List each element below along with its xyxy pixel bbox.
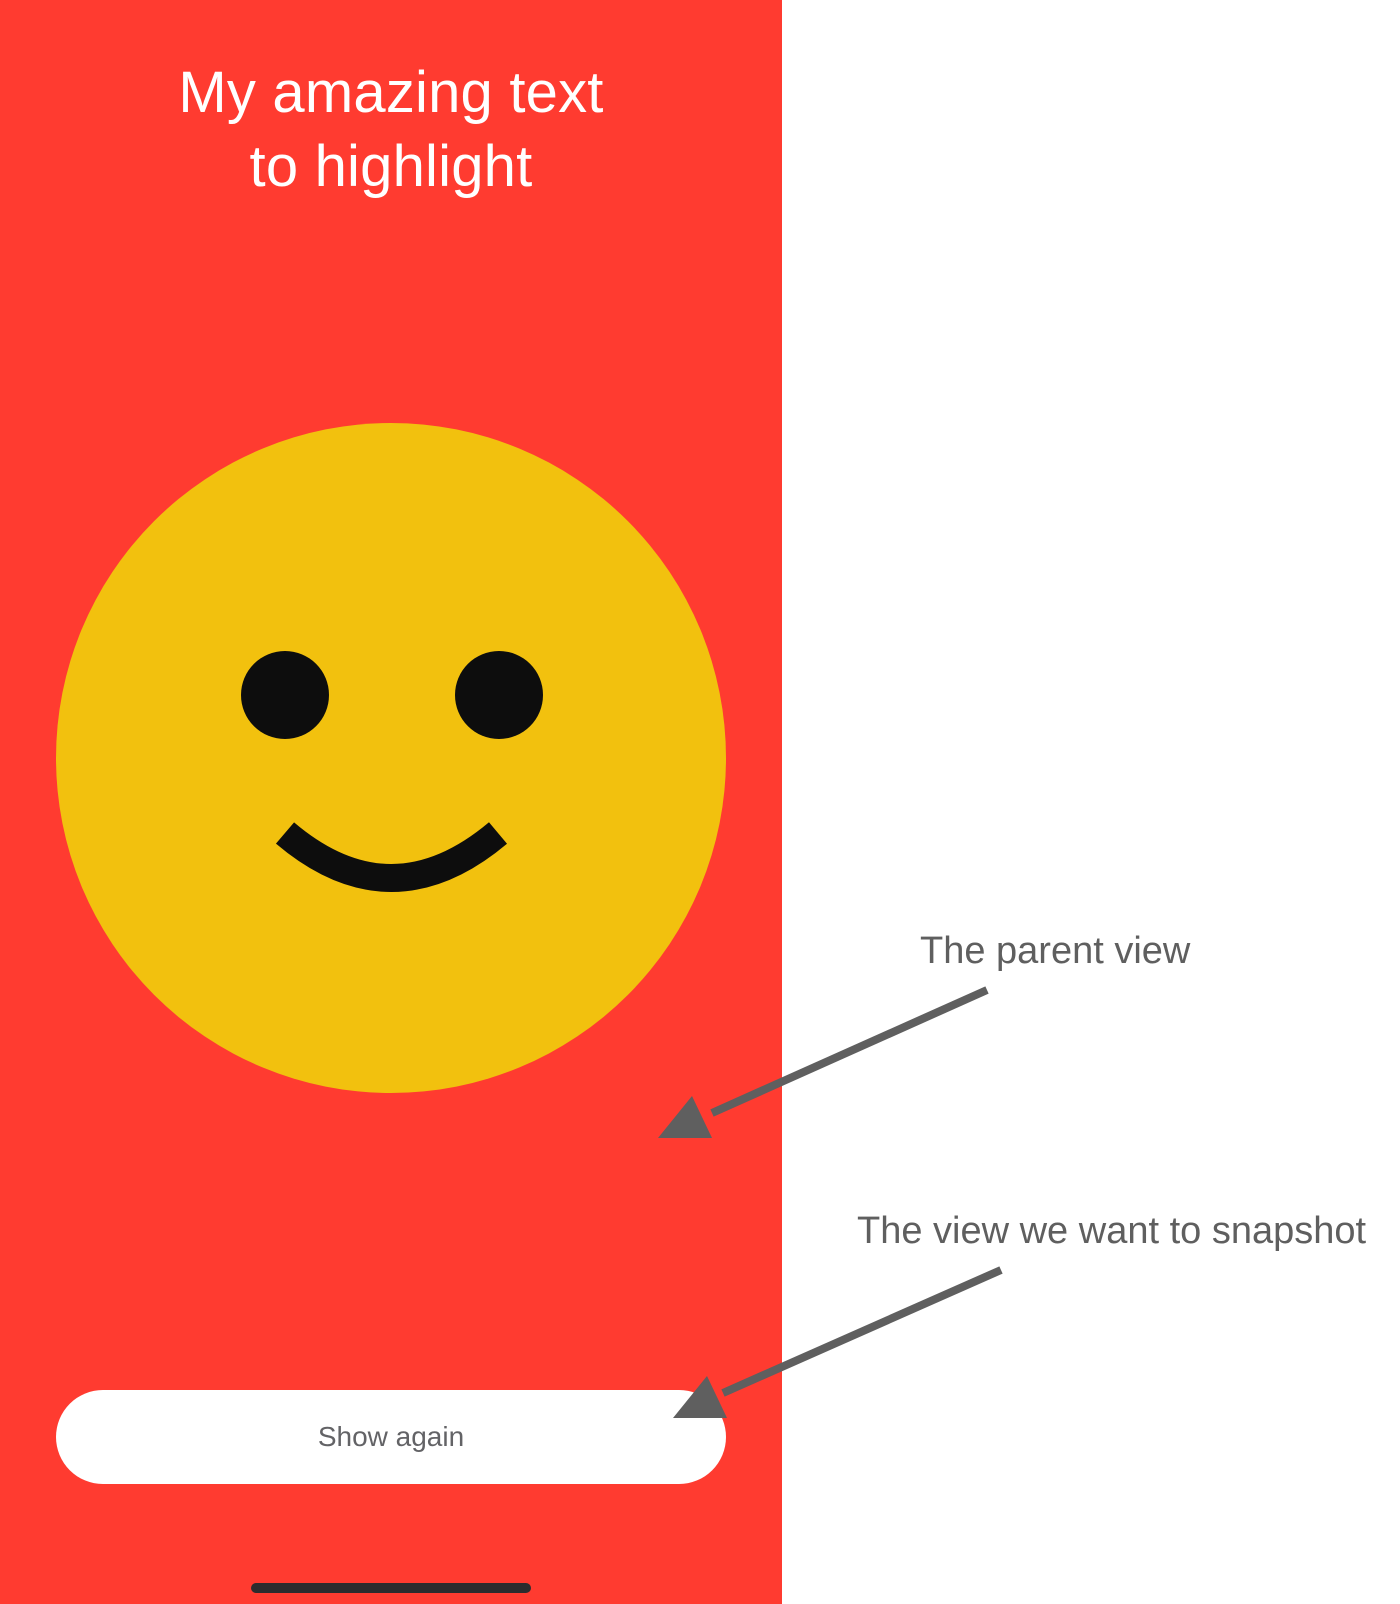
- highlight-text: My amazing text to highlight: [0, 56, 782, 204]
- face-circle: [56, 423, 726, 1093]
- left-eye: [241, 651, 329, 739]
- smiling-face-icon: [56, 423, 726, 1093]
- highlight-text-line-2: to highlight: [249, 134, 533, 199]
- parent-view: My amazing text to highlight Show again: [0, 0, 782, 1604]
- highlight-text-line-1: My amazing text: [178, 60, 604, 125]
- right-eye: [455, 651, 543, 739]
- annotated-screenshot: My amazing text to highlight Show again …: [0, 0, 1400, 1604]
- parent-view-annotation: The parent view: [920, 930, 1191, 972]
- snapshot-view-annotation: The view we want to snapshot: [857, 1210, 1367, 1252]
- show-again-button[interactable]: Show again: [56, 1390, 726, 1484]
- home-indicator[interactable]: [251, 1583, 531, 1593]
